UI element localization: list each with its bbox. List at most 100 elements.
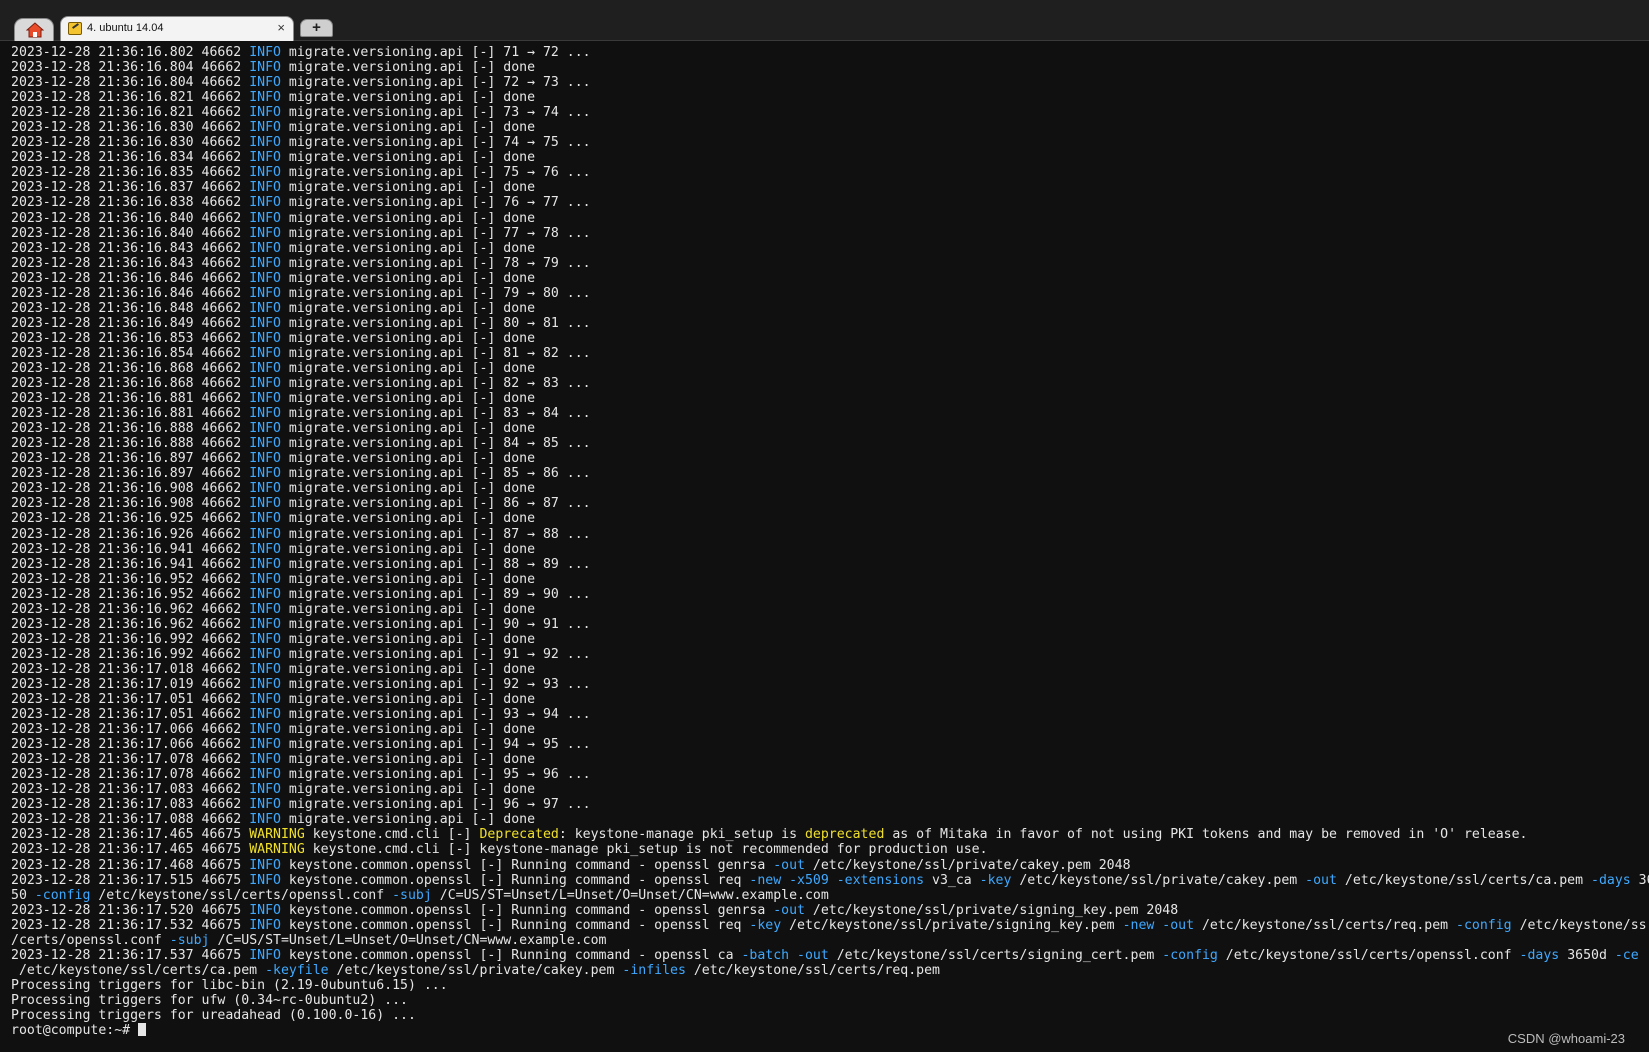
- log-level: INFO: [249, 120, 281, 136]
- log-message: migrate.versioning.api [-] done: [280, 812, 536, 828]
- log-message: Deprecated: [479, 827, 559, 843]
- log-message: migrate.versioning.api [-] done: [280, 240, 536, 256]
- log-timestamp: 2023-12-28 21:36:16.992 46662: [11, 646, 250, 662]
- log-timestamp: 2023-12-28 21:36:16.992 46662: [11, 631, 250, 647]
- log-message: migrate.versioning.api [-] 79 → 80 ...: [280, 285, 591, 301]
- log-timestamp: 2023-12-28 21:36:17.078 46662: [11, 752, 250, 768]
- home-icon: [26, 22, 44, 38]
- log-level: INFO: [249, 285, 281, 301]
- log-line: 2023-12-28 21:36:17.465 46675 WARNING ke…: [11, 842, 1649, 857]
- log-timestamp: 2023-12-28 21:36:17.066 46662: [11, 722, 250, 738]
- log-level: INFO: [249, 526, 281, 542]
- log-message: migrate.versioning.api [-] 76 → 77 ...: [280, 195, 591, 211]
- log-line: 2023-12-28 21:36:16.834 46662 INFO migra…: [11, 150, 1649, 165]
- log-timestamp: 2023-12-28 21:36:17.051 46662: [11, 692, 250, 708]
- log-message: migrate.versioning.api [-] 95 → 96 ...: [280, 767, 591, 783]
- log-level: INFO: [249, 782, 281, 798]
- log-message: migrate.versioning.api [-] done: [280, 692, 536, 708]
- log-line: 2023-12-28 21:36:16.802 46662 INFO migra…: [11, 45, 1649, 60]
- log-line: 2023-12-28 21:36:16.854 46662 INFO migra…: [11, 346, 1649, 361]
- log-level: INFO: [249, 661, 281, 677]
- log-timestamp: 2023-12-28 21:36:16.802 46662: [11, 45, 250, 60]
- log-message: migrate.versioning.api [-] 73 → 74 ...: [280, 105, 591, 121]
- log-timestamp: 2023-12-28 21:36:16.843 46662: [11, 240, 250, 256]
- log-message: migrate.versioning.api [-] 78 → 79 ...: [280, 255, 591, 271]
- log-timestamp: 2023-12-28 21:36:16.952 46662: [11, 586, 250, 602]
- log-line: 2023-12-28 21:36:16.840 46662 INFO migra…: [11, 226, 1649, 241]
- log-message: keystone.common.openssl [-] Running comm…: [280, 872, 750, 888]
- close-icon[interactable]: ×: [277, 21, 285, 35]
- log-timestamp: 2023-12-28 21:36:17.078 46662: [11, 767, 250, 783]
- command-option: -batch -out: [741, 947, 829, 963]
- log-timestamp: 2023-12-28 21:36:16.908 46662: [11, 496, 250, 512]
- log-message: migrate.versioning.api [-] 80 → 81 ...: [280, 315, 591, 331]
- shell-prompt: root@compute:~#: [11, 1023, 139, 1039]
- log-message: migrate.versioning.api [-] done: [280, 451, 536, 467]
- log-timestamp: 2023-12-28 21:36:16.846 46662: [11, 270, 250, 286]
- log-line: 2023-12-28 21:36:17.019 46662 INFO migra…: [11, 677, 1649, 692]
- log-line: 2023-12-28 21:36:16.941 46662 INFO migra…: [11, 557, 1649, 572]
- log-line: 2023-12-28 21:36:16.840 46662 INFO migra…: [11, 211, 1649, 226]
- shell-prompt-line: root@compute:~#: [11, 1023, 1649, 1038]
- log-line: 2023-12-28 21:36:17.051 46662 INFO migra…: [11, 692, 1649, 707]
- log-line: Processing triggers for ufw (0.34~rc-0ub…: [11, 993, 1649, 1008]
- log-line: 2023-12-28 21:36:17.066 46662 INFO migra…: [11, 737, 1649, 752]
- log-level: WARNING: [249, 842, 305, 858]
- log-line: 2023-12-28 21:36:17.066 46662 INFO migra…: [11, 722, 1649, 737]
- log-line: 2023-12-28 21:36:16.881 46662 INFO migra…: [11, 391, 1649, 406]
- log-level: INFO: [249, 857, 281, 873]
- log-line: 50 -config /etc/keystone/ssl/certs/opens…: [11, 888, 1649, 903]
- log-level: INFO: [249, 421, 281, 437]
- log-message: migrate.versioning.api [-] done: [280, 541, 536, 557]
- command-option: -subj: [392, 887, 432, 903]
- log-message: migrate.versioning.api [-] 96 → 97 ...: [280, 797, 591, 813]
- log-message: migrate.versioning.api [-] 77 → 78 ...: [280, 225, 591, 241]
- log-message: migrate.versioning.api [-] 91 → 92 ...: [280, 646, 591, 662]
- log-timestamp: 2023-12-28 21:36:16.888 46662: [11, 421, 250, 437]
- log-message: migrate.versioning.api [-] done: [280, 782, 536, 798]
- log-level: INFO: [249, 60, 281, 76]
- log-message: /C=US/ST=Unset/L=Unset/O=Unset/CN=www.ex…: [209, 932, 607, 948]
- log-message: migrate.versioning.api [-] done: [280, 511, 536, 527]
- log-message: migrate.versioning.api [-] 82 → 83 ...: [280, 376, 591, 392]
- log-line: /certs/openssl.conf -subj /C=US/ST=Unset…: [11, 933, 1649, 948]
- log-level: INFO: [249, 225, 281, 241]
- log-level: INFO: [249, 541, 281, 557]
- log-line: /etc/keystone/ssl/certs/ca.pem -keyfile …: [11, 963, 1649, 978]
- new-tab-button[interactable]: +: [300, 19, 333, 37]
- log-message: 3650d: [1559, 947, 1615, 963]
- command-option: -infiles: [622, 962, 686, 978]
- log-line: 2023-12-28 21:36:16.830 46662 INFO migra…: [11, 135, 1649, 150]
- log-level: INFO: [249, 752, 281, 768]
- log-timestamp: 2023-12-28 21:36:16.853 46662: [11, 330, 250, 346]
- log-message: keystone.common.openssl [-] Running comm…: [280, 917, 750, 933]
- home-tab[interactable]: [14, 18, 54, 41]
- log-message: /certs/openssl.conf: [11, 932, 170, 948]
- log-timestamp: 2023-12-28 21:36:16.846 46662: [11, 285, 250, 301]
- log-message: /etc/keystone/ss: [1511, 917, 1647, 933]
- log-message: /etc/keystone/ssl/private/signing_key.pe…: [781, 917, 1123, 933]
- log-timestamp: 2023-12-28 21:36:17.537 46675: [11, 947, 250, 963]
- log-line: 2023-12-28 21:36:16.821 46662 INFO migra…: [11, 90, 1649, 105]
- log-line: 2023-12-28 21:36:16.868 46662 INFO migra…: [11, 376, 1649, 391]
- session-tab[interactable]: 4. ubuntu 14.04 ×: [60, 16, 294, 41]
- terminal-session-icon: [68, 22, 82, 35]
- log-message: migrate.versioning.api [-] done: [280, 722, 536, 738]
- log-message: /etc/keystone/ssl/private/cakey.pem 2048: [804, 857, 1131, 873]
- command-option: -new -x509 -extensions: [749, 872, 925, 888]
- log-line: 2023-12-28 21:36:16.925 46662 INFO migra…: [11, 511, 1649, 526]
- log-message: /etc/keystone/ssl/certs/openssl.conf: [90, 887, 393, 903]
- log-message: Processing triggers for libc-bin (2.19-0…: [11, 977, 448, 993]
- log-timestamp: 2023-12-28 21:36:16.897 46662: [11, 466, 250, 482]
- log-message: keystone.cmd.cli [-]: [304, 827, 480, 843]
- log-message: /etc/keystone/ssl/certs/req.pem: [685, 962, 940, 978]
- log-line: 2023-12-28 21:36:17.468 46675 INFO keyst…: [11, 858, 1649, 873]
- log-message: migrate.versioning.api [-] done: [280, 270, 536, 286]
- log-timestamp: 2023-12-28 21:36:17.088 46662: [11, 812, 250, 828]
- log-timestamp: 2023-12-28 21:36:16.925 46662: [11, 511, 250, 527]
- command-option: -out: [773, 902, 805, 918]
- log-message: migrate.versioning.api [-] done: [280, 150, 536, 166]
- log-level: INFO: [249, 451, 281, 467]
- terminal-output[interactable]: 2023-12-28 21:36:16.802 46662 INFO migra…: [0, 42, 1649, 1052]
- log-line: 2023-12-28 21:36:16.888 46662 INFO migra…: [11, 421, 1649, 436]
